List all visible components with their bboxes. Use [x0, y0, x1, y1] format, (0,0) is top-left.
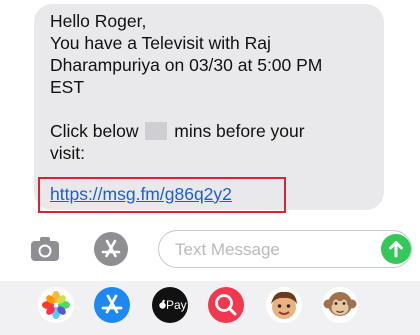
apps-button[interactable] — [94, 232, 128, 266]
image-search-button[interactable] — [208, 287, 244, 323]
apple-pay-label: Pay — [166, 298, 187, 312]
message-input-container[interactable] — [158, 230, 412, 268]
search-images-icon — [215, 294, 237, 316]
message-instruction: Click below mins before your — [50, 120, 370, 142]
photos-icon — [38, 287, 74, 323]
message-greeting: Hello Roger, — [50, 11, 147, 31]
app-drawer: Pay — [0, 281, 420, 335]
app-store-icon — [101, 239, 121, 258]
photos-app-button[interactable] — [38, 287, 74, 323]
message-input[interactable] — [173, 237, 367, 263]
messages-screen: Hello Roger, You have a Televisit with R… — [0, 0, 420, 335]
highlight-box — [38, 177, 286, 213]
monkey-sticker-icon — [323, 292, 357, 316]
apple-pay-button[interactable]: Pay — [152, 287, 188, 323]
memoji-icon — [271, 291, 297, 319]
compose-bar — [0, 226, 420, 272]
camera-icon — [31, 237, 59, 261]
arrow-up-icon — [389, 241, 403, 258]
send-button[interactable] — [381, 234, 411, 264]
instruction-prefix: Click below — [50, 121, 139, 141]
animoji-button[interactable] — [322, 287, 358, 323]
redacted-block — [145, 122, 168, 140]
message-line: EST — [50, 77, 85, 97]
message-line: You have a Televisit with Raj — [50, 33, 271, 53]
instruction-suffix: mins before your — [174, 121, 305, 141]
message-visit: visit: — [50, 143, 85, 163]
app-store-icon — [94, 287, 130, 323]
message-line: Dharampuriya on 03/30 at 5:00 PM — [50, 55, 323, 75]
app-store-button[interactable] — [94, 287, 130, 323]
memoji-button[interactable] — [266, 287, 302, 323]
camera-button[interactable] — [30, 236, 60, 262]
